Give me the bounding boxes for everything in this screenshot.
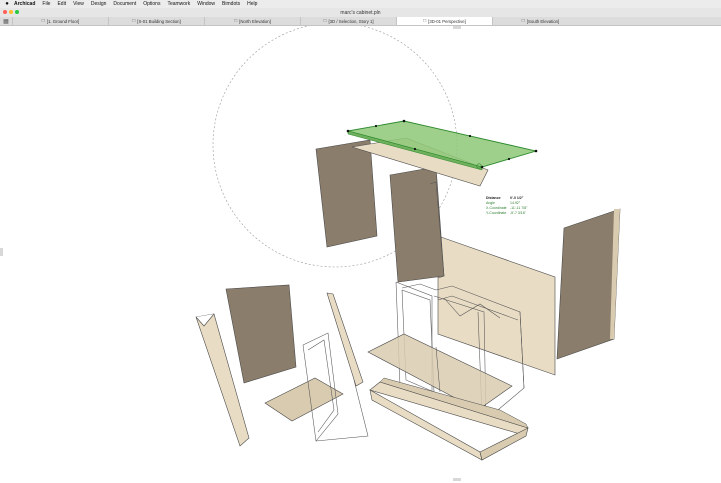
3d-viewport[interactable]: Distance 0'-0 1/2" Angle 14.92° X-Coordi…: [0, 26, 721, 483]
tab-label: [S-01 Building Section]: [137, 18, 181, 24]
menu-edit[interactable]: Edit: [57, 1, 66, 7]
apple-icon[interactable]: ●: [0, 1, 14, 7]
tab-label: [1. Ground Floor]: [46, 18, 80, 24]
menu-help[interactable]: Help: [247, 1, 257, 7]
menu-teamwork[interactable]: Teamwork: [167, 1, 190, 7]
tab-ground-floor[interactable]: □ [1. Ground Floor]: [12, 17, 108, 25]
window-titlebar: marc's cabinet.pln: [0, 8, 721, 17]
center-partition-panel[interactable]: [389, 166, 445, 283]
zoom-window-button[interactable]: [15, 10, 19, 14]
left-dark-panel[interactable]: [225, 284, 297, 384]
scroll-handle-bottom[interactable]: [453, 478, 461, 481]
minimize-window-button[interactable]: [9, 10, 13, 14]
menu-archicad[interactable]: Archicad: [14, 1, 35, 7]
cabinet-model: [0, 26, 621, 481]
menu-file[interactable]: File: [42, 1, 50, 7]
tracker-panel: Distance 0'-0 1/2" Angle 14.92° X-Coordi…: [486, 196, 540, 216]
close-window-button[interactable]: [3, 10, 7, 14]
tab-label: [South Elevation]: [526, 18, 560, 24]
elevation-icon: □: [234, 18, 238, 24]
tracker-y-row: Y-Coordinate -5'-7 3/16": [486, 211, 526, 215]
scroll-handle-left[interactable]: [0, 248, 3, 256]
tab-label: [North Elevation]: [239, 18, 271, 24]
view-tab-bar: ▦ □ [1. Ground Floor] □ [S-01 Building S…: [0, 17, 721, 26]
tab-3d-selection[interactable]: □ [3D / Selection, Story 1]: [300, 17, 396, 25]
menu-document[interactable]: Document: [113, 1, 136, 7]
menu-design[interactable]: Design: [91, 1, 107, 7]
floor-plan-icon: □: [41, 18, 45, 24]
tab-north-elevation[interactable]: □ [North Elevation]: [204, 17, 300, 25]
menu-window[interactable]: Window: [197, 1, 215, 7]
drawer-bottom[interactable]: [264, 377, 344, 422]
tab-south-elevation[interactable]: □ [South Elevation]: [492, 17, 588, 25]
tab-label: [3D-01 Perspective]: [428, 18, 466, 24]
menu-options[interactable]: Options: [143, 1, 160, 7]
menu-view[interactable]: View: [73, 1, 84, 7]
3d-selection-icon: □: [323, 18, 327, 24]
back-panel[interactable]: [437, 235, 556, 376]
window-controls: [3, 10, 19, 14]
3d-perspective-icon: □: [423, 18, 427, 24]
menu-bimdots[interactable]: Bimdots: [222, 1, 240, 7]
tab-building-section[interactable]: □ [S-01 Building Section]: [108, 17, 204, 25]
scroll-handle-top[interactable]: [453, 26, 461, 29]
tab-overview-icon[interactable]: ▦: [0, 17, 12, 25]
base-rail-back[interactable]: [479, 427, 529, 461]
elevation-icon: □: [521, 18, 525, 24]
tab-label: [3D / Selection, Story 1]: [328, 18, 374, 24]
window-title: marc's cabinet.pln: [340, 9, 381, 16]
tab-3d-perspective[interactable]: □ [3D-01 Perspective]: [396, 17, 492, 25]
section-icon: □: [132, 18, 136, 24]
drawer-front-panel[interactable]: [326, 292, 364, 387]
left-upper-panel[interactable]: [315, 139, 378, 248]
